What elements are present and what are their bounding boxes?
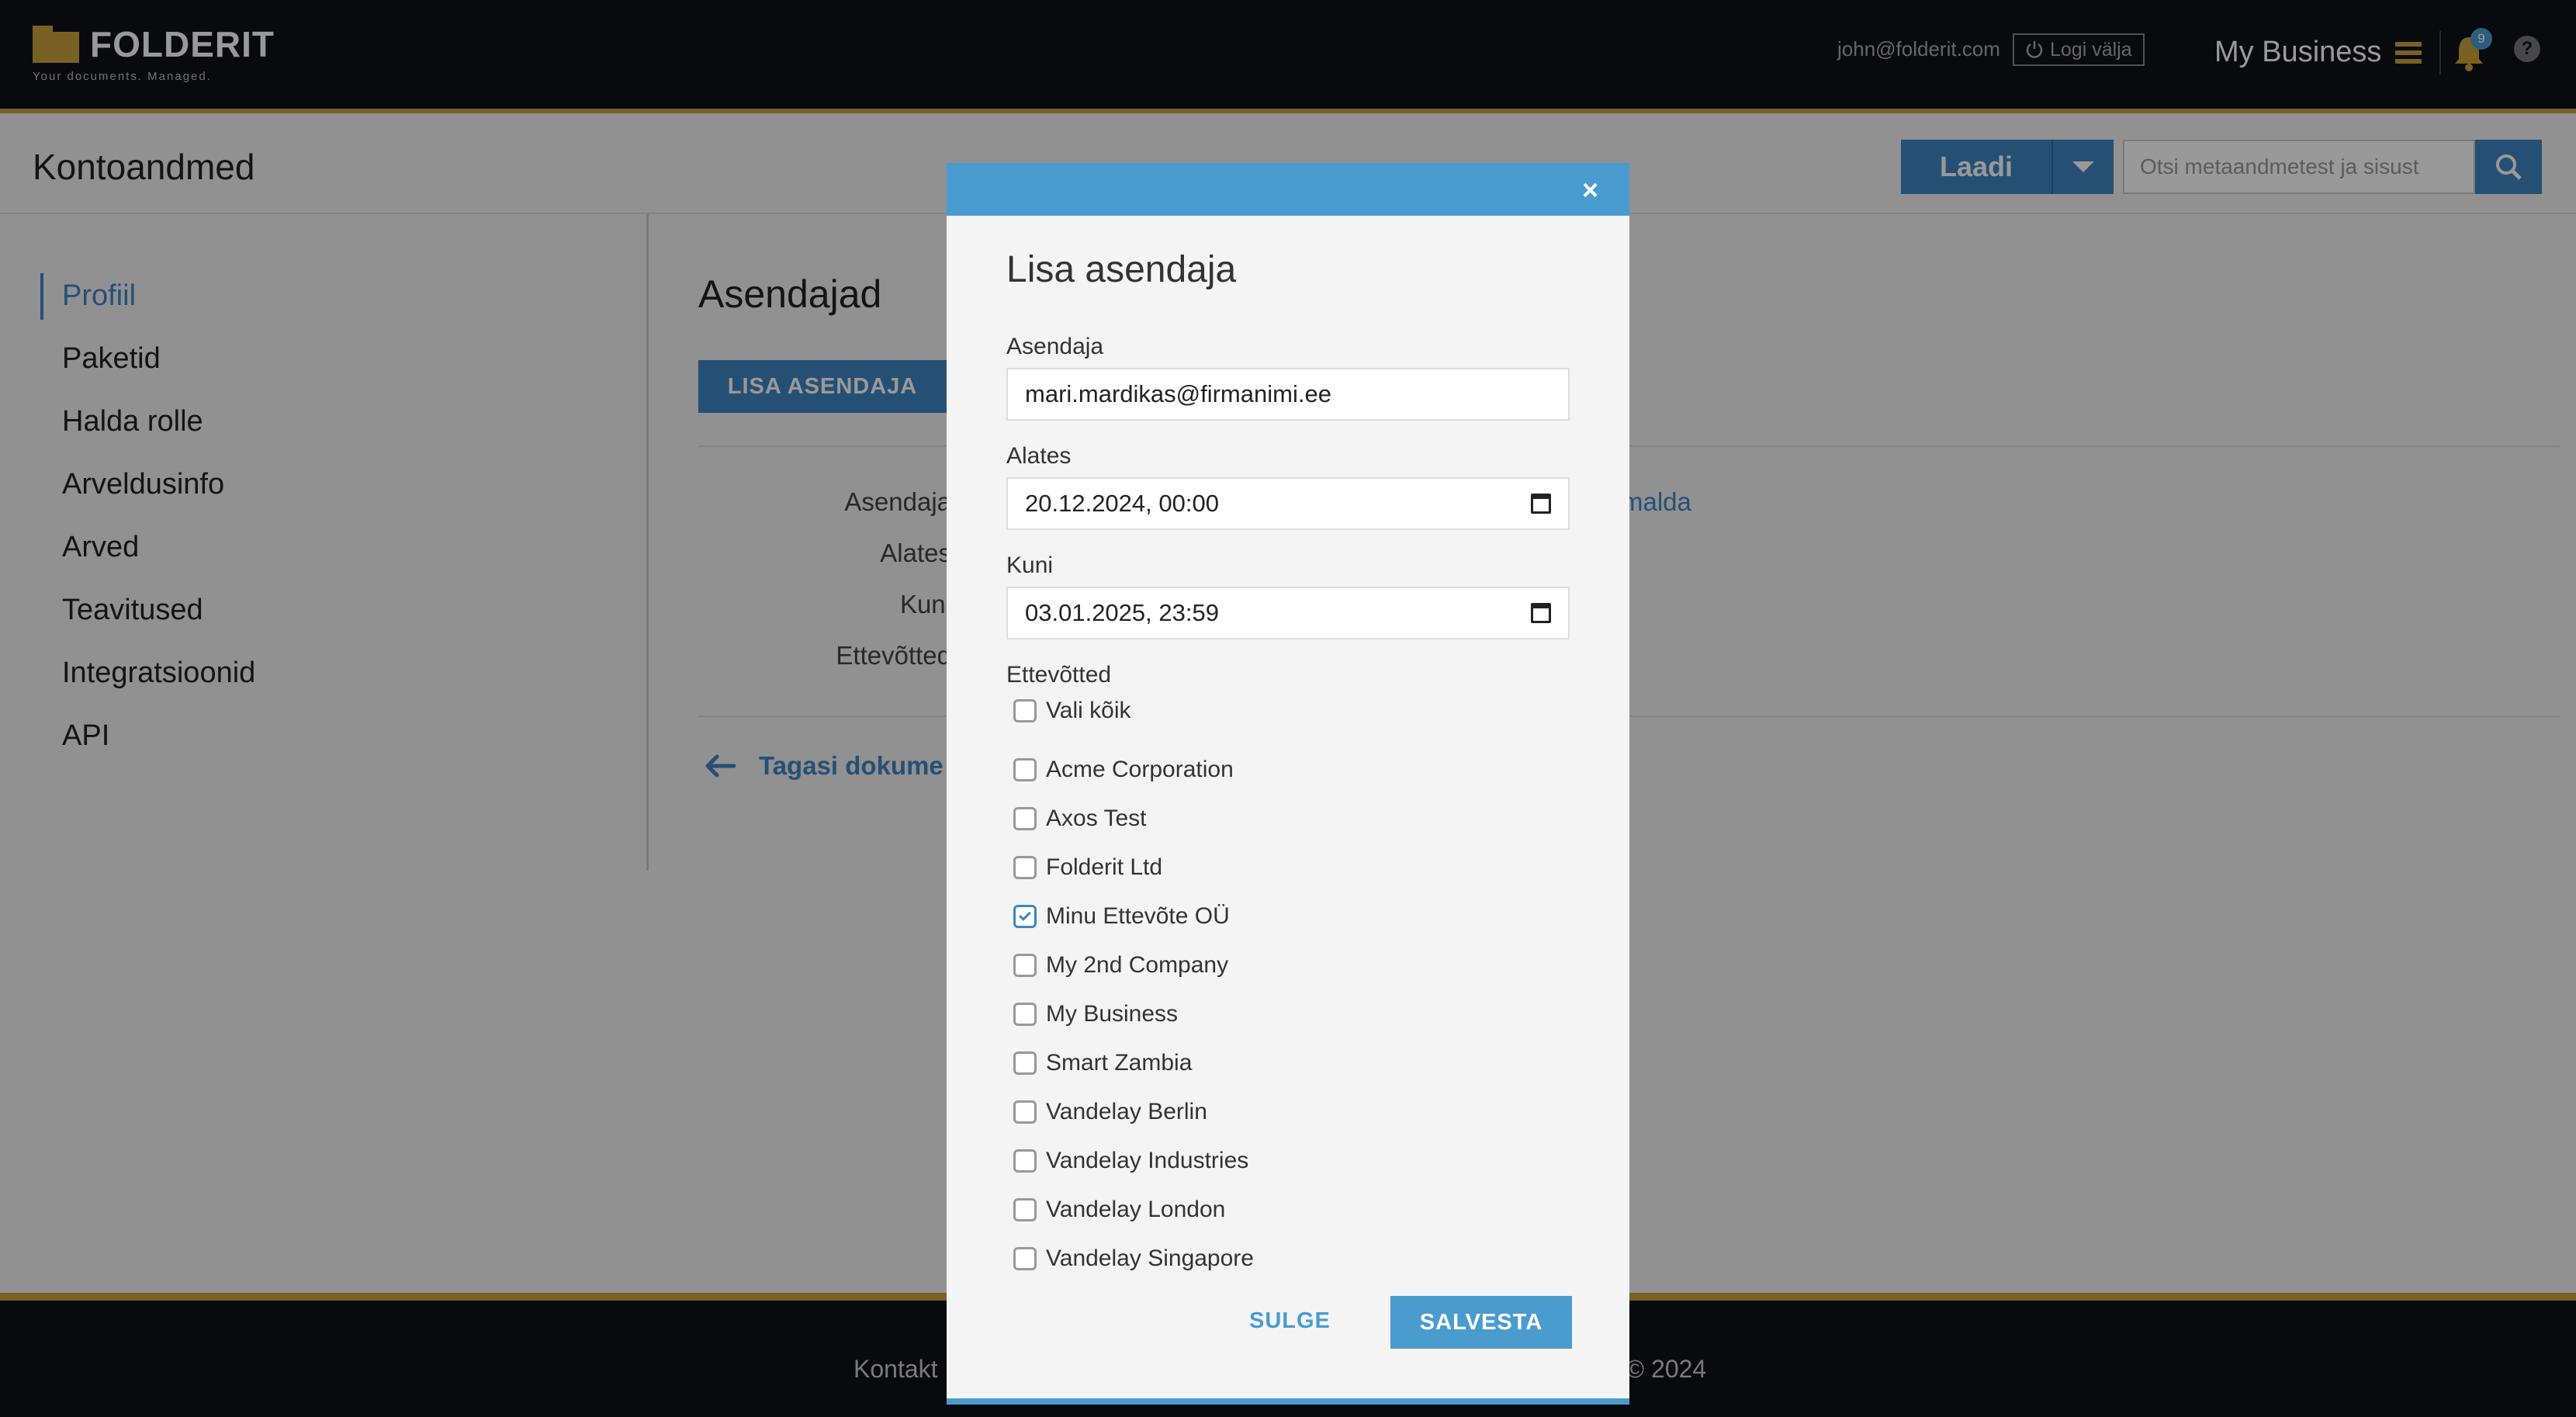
company-checkbox[interactable]: [1013, 758, 1037, 781]
company-checkbox[interactable]: [1013, 1247, 1037, 1270]
company-name: Vandelay Berlin: [1046, 1099, 1207, 1124]
company-checkbox-row[interactable]: Acme Corporation: [1013, 757, 1234, 783]
select-all-label: Vali kõik: [1046, 698, 1131, 723]
calendar-icon[interactable]: [1531, 603, 1551, 623]
company-checkbox[interactable]: [1013, 1051, 1037, 1075]
company-name: Vandelay Singapore: [1046, 1246, 1254, 1271]
company-checkbox[interactable]: [1013, 1003, 1037, 1026]
select-all-checkbox[interactable]: [1013, 699, 1037, 722]
company-name: Acme Corporation: [1046, 757, 1234, 782]
company-checkbox[interactable]: [1013, 1100, 1037, 1124]
company-checkbox-row[interactable]: Smart Zambia: [1013, 1050, 1192, 1076]
company-name: Smart Zambia: [1046, 1050, 1193, 1076]
company-checkbox[interactable]: [1013, 1149, 1037, 1173]
company-checkbox-row[interactable]: Folderit Ltd: [1013, 854, 1162, 881]
company-checkbox-row[interactable]: Minu Ettevõte OÜ: [1013, 903, 1230, 930]
to-datetime-value: 03.01.2025, 23:59: [1025, 599, 1219, 626]
add-substitute-modal: × Lisa asendaja Asendaja mari.mardikas@f…: [947, 163, 1629, 1405]
company-checkbox[interactable]: [1013, 1198, 1037, 1221]
from-datetime-field[interactable]: 20.12.2024, 00:00: [1006, 477, 1570, 530]
substitute-label: Asendaja: [1006, 334, 1104, 359]
company-name: My Business: [1046, 1001, 1179, 1027]
companies-label: Ettevõtted: [1006, 662, 1112, 688]
company-name: Vandelay Industries: [1046, 1148, 1249, 1173]
company-name: Axos Test: [1046, 806, 1147, 831]
company-checkbox-row[interactable]: Vandelay Industries: [1013, 1148, 1248, 1174]
from-datetime-value: 20.12.2024, 00:00: [1025, 490, 1219, 517]
company-name: Minu Ettevõte OÜ: [1046, 903, 1230, 929]
company-name: Folderit Ltd: [1046, 854, 1163, 880]
company-checkbox-checked[interactable]: [1013, 905, 1037, 928]
modal-header-bar: ×: [947, 163, 1629, 216]
select-all-checkbox-row[interactable]: Vali kõik: [1013, 698, 1130, 724]
company-checkbox-row[interactable]: Vandelay Singapore: [1013, 1246, 1254, 1272]
company-checkbox[interactable]: [1013, 954, 1037, 977]
to-label: Kuni: [1006, 553, 1054, 578]
close-icon[interactable]: ×: [1582, 174, 1598, 206]
save-button[interactable]: SALVESTA: [1390, 1296, 1572, 1349]
checkmark-icon: [1019, 909, 1031, 921]
substitute-email-field[interactable]: mari.mardikas@firmanimi.ee: [1006, 368, 1570, 421]
from-label: Alates: [1006, 443, 1072, 469]
company-checkbox-row[interactable]: My Business: [1013, 1001, 1178, 1027]
to-datetime-field[interactable]: 03.01.2025, 23:59: [1006, 587, 1570, 639]
company-name: Vandelay London: [1046, 1197, 1226, 1222]
calendar-icon[interactable]: [1531, 494, 1551, 514]
company-checkbox-row[interactable]: Axos Test: [1013, 806, 1147, 832]
company-checkbox-row[interactable]: Vandelay Berlin: [1013, 1099, 1207, 1125]
close-button[interactable]: SULGE: [1249, 1308, 1331, 1334]
substitute-email-value: mari.mardikas@firmanimi.ee: [1025, 380, 1331, 407]
company-checkbox[interactable]: [1013, 807, 1037, 830]
company-checkbox[interactable]: [1013, 856, 1037, 879]
company-checkbox-row[interactable]: Vandelay London: [1013, 1197, 1225, 1223]
modal-title: Lisa asendaja: [1006, 249, 1237, 290]
company-checkbox-row[interactable]: My 2nd Company: [1013, 952, 1228, 979]
company-name: My 2nd Company: [1046, 952, 1229, 978]
